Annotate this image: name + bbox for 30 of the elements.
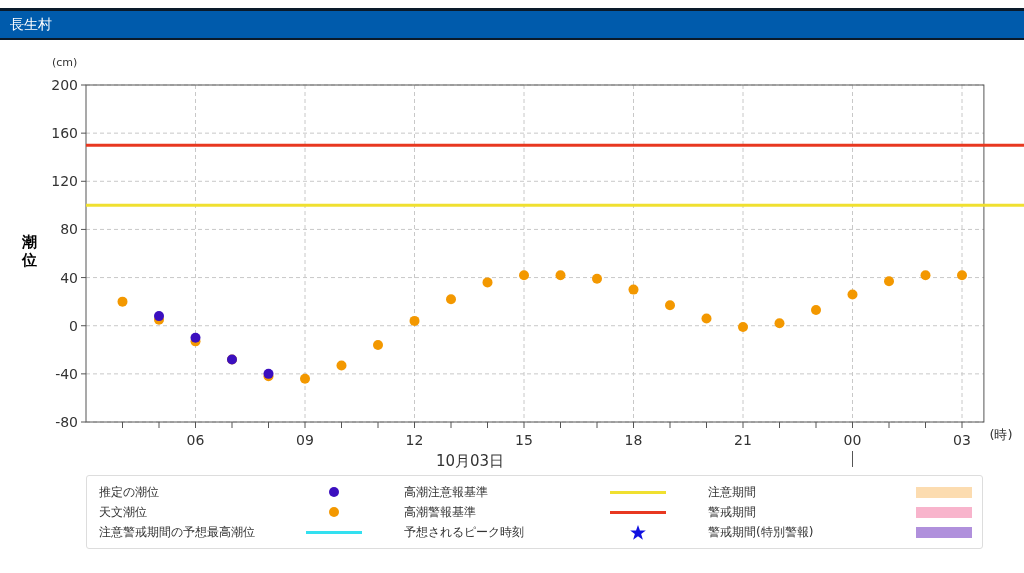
- x-tick-label: 12: [405, 432, 424, 448]
- x-tick-label: 21: [734, 432, 752, 448]
- x-tick-label: 03: [953, 432, 971, 448]
- axis-unit: (時): [989, 427, 1013, 442]
- x-tick-label: 15: [515, 432, 533, 448]
- y-tick-label: 40: [60, 269, 78, 286]
- y-tick-label: 0: [69, 317, 78, 334]
- x-tick-label: 06: [186, 432, 205, 448]
- legend-label: 注意警戒期間の予想最高潮位: [99, 524, 256, 541]
- legend-label: 高潮警報基準: [403, 504, 477, 521]
- y-tick-label: 160: [51, 125, 78, 142]
- legend-label: 注意期間: [707, 484, 757, 501]
- legend-label: 天文潮位: [99, 504, 148, 521]
- legend-label: 予想されるピーク時刻: [403, 524, 525, 541]
- legend-label: 警戒期間: [707, 504, 757, 521]
- axis-title: 潮位: [22, 233, 37, 269]
- y-tick-label: -40: [55, 365, 78, 382]
- y-tick-label: 200: [51, 77, 78, 93]
- y-tick-label: -80: [55, 414, 78, 430]
- unit-label: (cm): [52, 55, 78, 71]
- x-tick-label: 00: [843, 432, 862, 448]
- legend-label: 高潮注意報基準: [403, 484, 489, 501]
- y-tick-label: 120: [51, 173, 78, 190]
- x-tick-label: 18: [624, 432, 643, 448]
- legend-label: 警戒期間(特別警報): [707, 524, 815, 541]
- legend-label: 推定の潮位: [99, 484, 160, 501]
- y-tick-label: 80: [60, 221, 78, 238]
- date-label: 10月03日: [435, 452, 505, 470]
- title-text: 長生村: [10, 15, 52, 34]
- x-tick-label: 09: [296, 432, 314, 448]
